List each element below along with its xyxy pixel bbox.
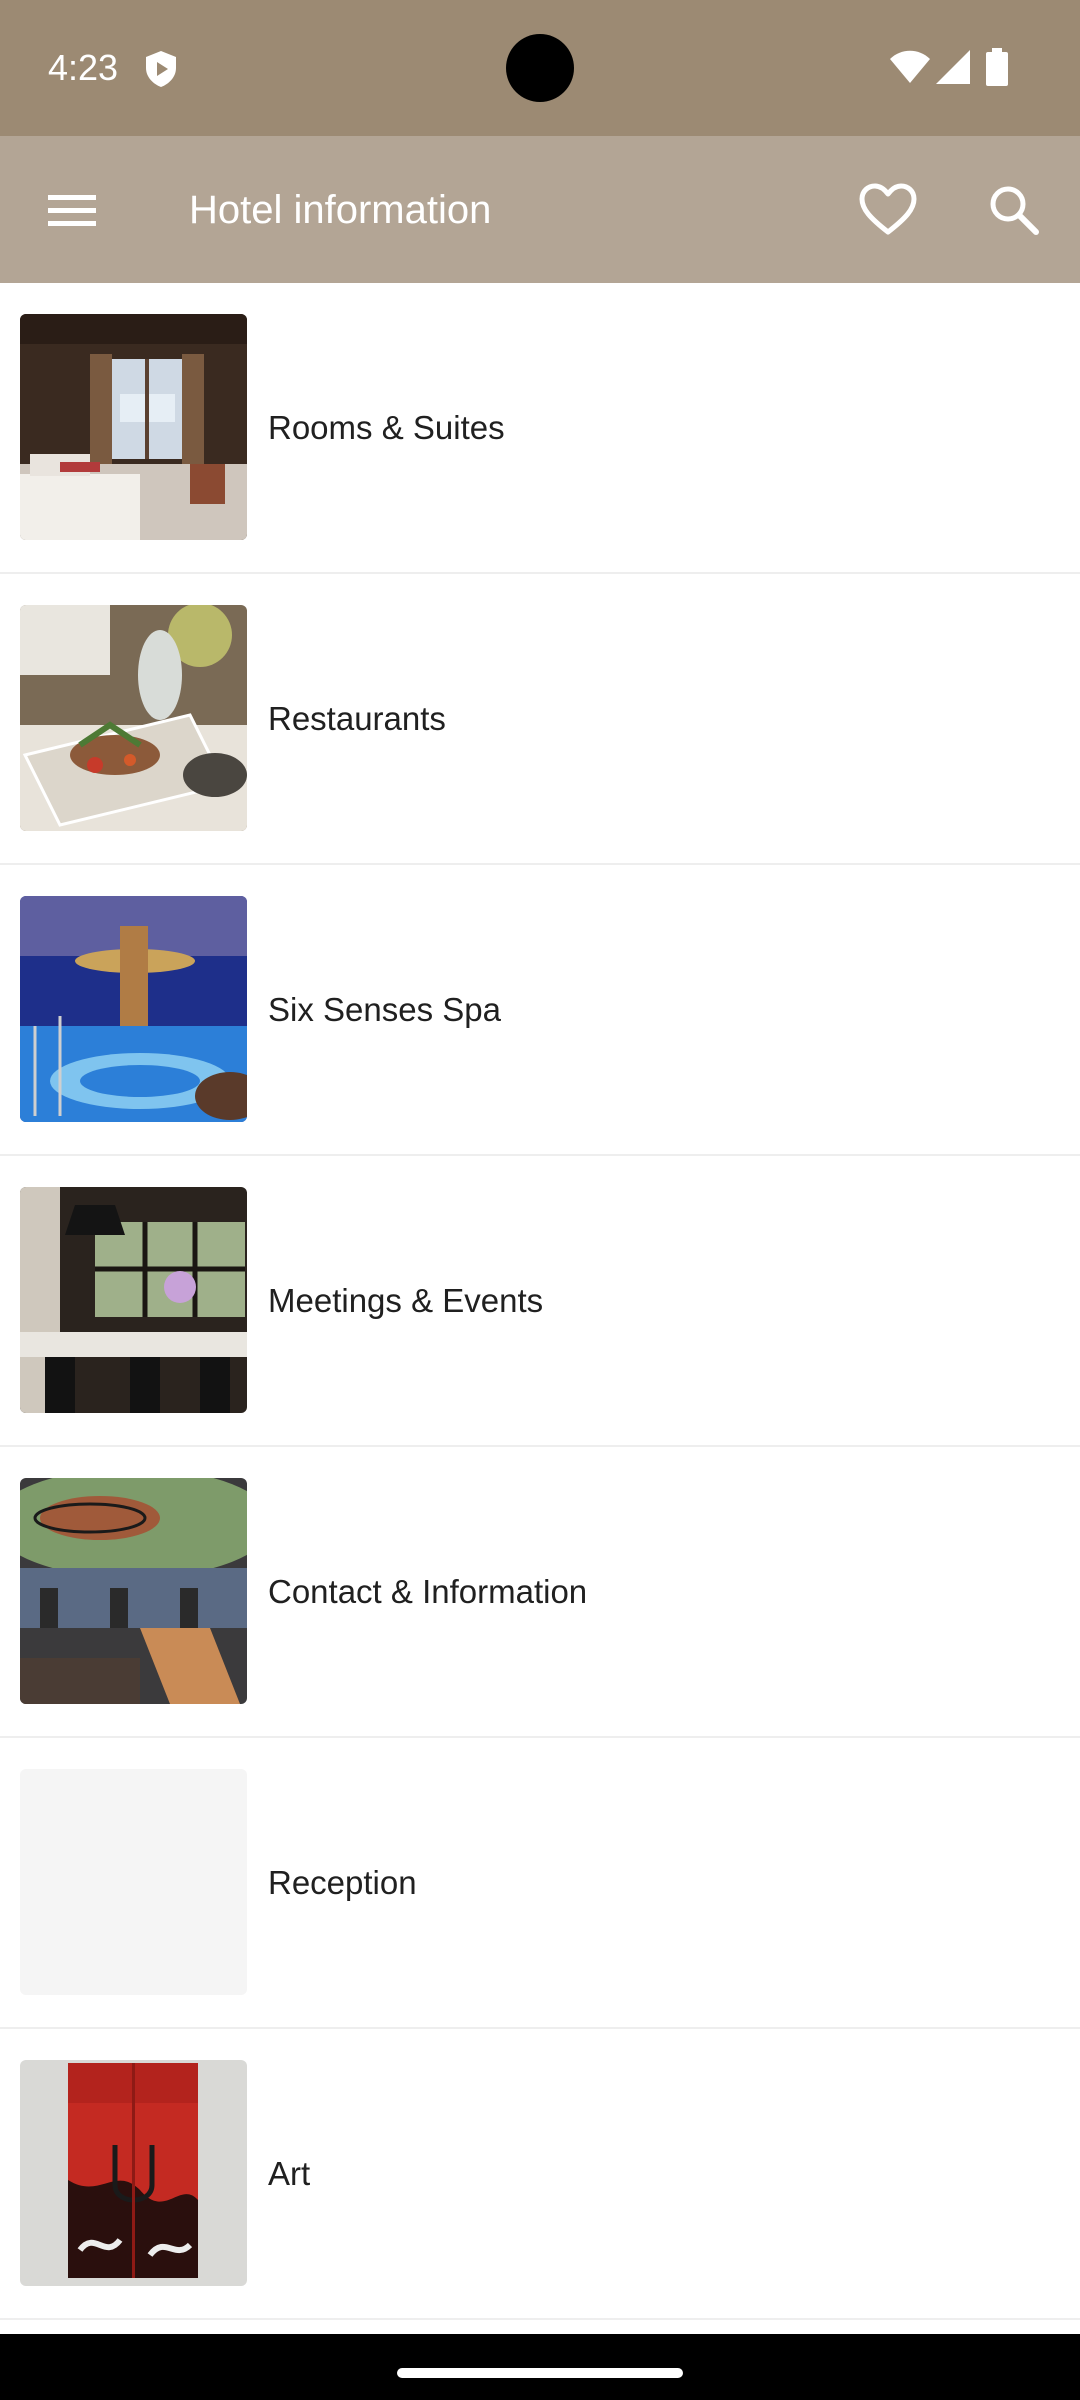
- list-item-restaurants[interactable]: Restaurants: [0, 574, 1080, 865]
- list-item-label: Restaurants: [268, 700, 446, 737]
- list-item-label: Rooms & Suites: [268, 409, 505, 446]
- list-item-rooms-suites[interactable]: Rooms & Suites: [0, 283, 1080, 574]
- status-bar: 4:23: [0, 0, 1080, 136]
- menu-icon[interactable]: [40, 182, 104, 238]
- list-item-label: Meetings & Events: [268, 1282, 544, 1319]
- reception-thumbnail-placeholder: [20, 1769, 247, 1995]
- list-item-art[interactable]: Art: [0, 2029, 1080, 2320]
- list-item-label: Contact & Information: [268, 1573, 588, 1610]
- hotel-info-list: Rooms & Suites Restaurants Six Senses Sp…: [0, 283, 1080, 2333]
- list-item-six-senses-spa[interactable]: Six Senses Spa: [0, 865, 1080, 1156]
- list-item-label: Reception: [268, 1864, 417, 1901]
- restaurants-thumbnail: [20, 605, 247, 831]
- app-bar: Hotel information: [0, 136, 1080, 283]
- system-navigation-bar: [0, 2334, 1080, 2400]
- contact-information-thumbnail: [20, 1478, 247, 1704]
- rooms-suites-thumbnail: [20, 314, 247, 540]
- wifi-icon: [890, 50, 930, 83]
- art-thumbnail: [20, 2060, 247, 2286]
- heart-icon[interactable]: [856, 178, 920, 242]
- home-gesture-handle[interactable]: [397, 2368, 683, 2378]
- list-item-label: Six Senses Spa: [268, 991, 501, 1028]
- battery-icon: [986, 48, 1008, 86]
- list-item-reception[interactable]: Reception: [0, 1738, 1080, 2029]
- search-icon[interactable]: [982, 178, 1046, 242]
- camera-cutout: [506, 34, 574, 102]
- status-time: 4:23: [48, 47, 119, 88]
- meetings-events-thumbnail: [20, 1187, 247, 1413]
- list-item-meetings-events[interactable]: Meetings & Events: [0, 1156, 1080, 1447]
- list-item-label: Art: [268, 2155, 311, 2192]
- six-senses-spa-thumbnail: [20, 896, 247, 1122]
- list-item-contact-information[interactable]: Contact & Information: [0, 1447, 1080, 1738]
- signal-icon: [936, 50, 970, 84]
- page-title: Hotel information: [189, 188, 492, 232]
- shield-play-icon: [146, 51, 176, 87]
